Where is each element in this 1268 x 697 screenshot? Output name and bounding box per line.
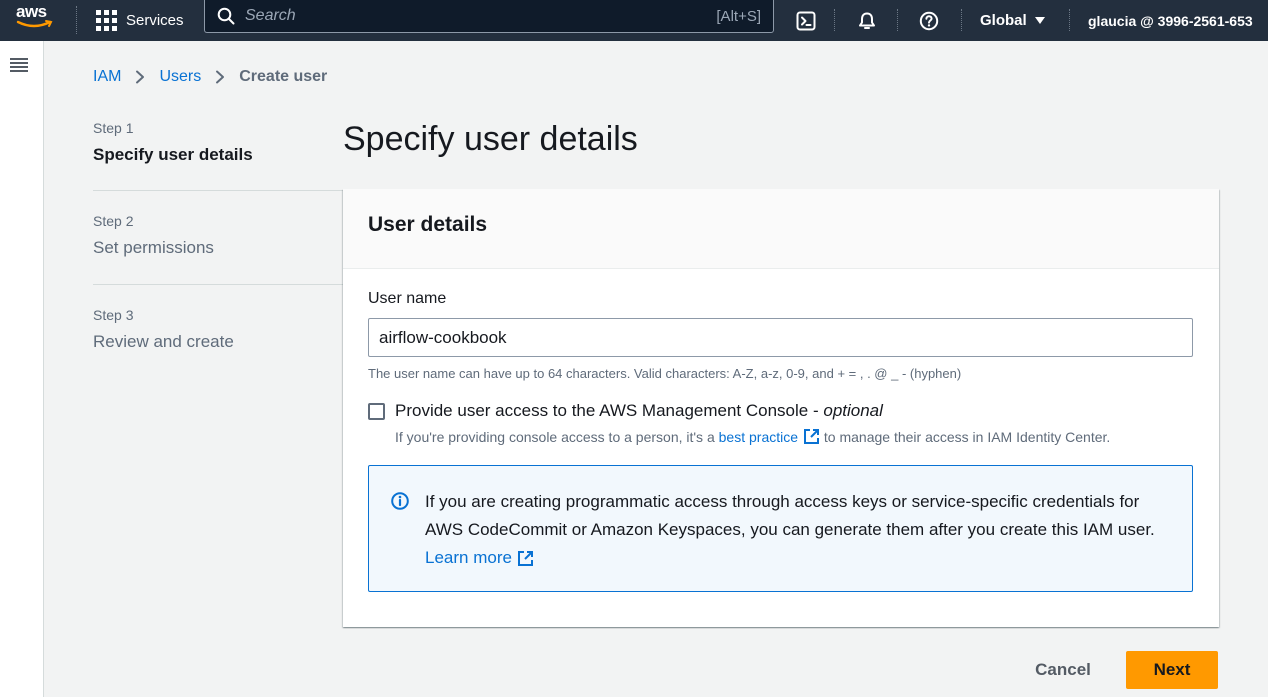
username-label: User name <box>368 290 447 307</box>
aws-smile-icon <box>16 20 53 28</box>
step-label: Specify user details <box>93 145 253 164</box>
side-navigation-rail <box>0 41 44 697</box>
step-divider <box>93 284 343 285</box>
region-label: Global <box>980 12 1027 29</box>
services-menu-button[interactable]: Services <box>96 0 184 41</box>
nav-divider <box>1069 9 1070 31</box>
external-link-icon <box>804 429 820 444</box>
search-input[interactable] <box>245 7 717 25</box>
user-details-container: User details User name The user name can… <box>343 189 1219 627</box>
info-icon <box>391 492 409 510</box>
help-button[interactable] <box>913 0 945 41</box>
top-navigation: aws Services [Alt+S] <box>0 0 1268 41</box>
learn-more-link[interactable]: Learn more <box>425 544 534 572</box>
search-shortcut: [Alt+S] <box>716 7 761 25</box>
search-icon <box>217 7 235 25</box>
services-label: Services <box>126 12 184 29</box>
console-access-description: If you're providing console access to a … <box>395 428 1111 445</box>
grid-icon <box>96 10 117 31</box>
step-number: Step 3 <box>93 307 134 323</box>
card-body: User name The user name can have up to 6… <box>343 269 1219 613</box>
step-label: Review and create <box>93 332 234 351</box>
caret-down-icon <box>1034 17 1045 24</box>
menu-icon[interactable] <box>10 58 28 72</box>
next-button[interactable]: Next <box>1126 651 1218 689</box>
cancel-button[interactable]: Cancel <box>1016 651 1110 689</box>
search-bar[interactable]: [Alt+S] <box>204 0 774 33</box>
breadcrumb-iam[interactable]: IAM <box>93 68 121 86</box>
help-icon <box>919 11 939 30</box>
optional-label: optional <box>823 401 883 420</box>
breadcrumb-current: Create user <box>239 68 328 85</box>
account-menu[interactable]: glaucia @ 3996-2561-653 <box>1088 0 1253 41</box>
wizard-step-1: Step 1 Specify user details <box>93 120 343 165</box>
bell-icon <box>859 12 875 29</box>
step-number: Step 1 <box>93 120 134 136</box>
external-link-icon <box>517 550 533 566</box>
nav-divider <box>834 9 835 31</box>
info-message: If you are creating programmatic access … <box>425 488 1168 591</box>
username-hint: The user name can have up to 64 characte… <box>368 366 962 381</box>
cloudshell-icon <box>796 11 816 30</box>
aws-logo[interactable]: aws <box>14 2 58 38</box>
cloudshell-button[interactable] <box>790 0 822 41</box>
nav-divider <box>897 9 898 31</box>
console-access-checkbox[interactable] <box>368 403 385 420</box>
card-header: User details <box>343 189 1219 269</box>
nav-divider <box>961 9 962 31</box>
notifications-button[interactable] <box>851 0 883 41</box>
section-heading: User details <box>368 213 488 236</box>
console-access-text: Provide user access to the AWS Managemen… <box>395 401 1110 445</box>
console-access-label[interactable]: Provide user access to the AWS Managemen… <box>395 401 1110 421</box>
step-number: Step 2 <box>93 213 134 229</box>
chevron-right-icon <box>135 70 145 84</box>
wizard-step-2: Step 2 Set permissions <box>93 213 343 258</box>
username-input[interactable] <box>368 318 1193 357</box>
best-practice-link[interactable]: best practice <box>719 428 820 445</box>
step-divider <box>93 190 343 191</box>
wizard-step-3: Step 3 Review and create <box>93 307 343 352</box>
console-access-option: Provide user access to the AWS Managemen… <box>368 401 1194 445</box>
info-alert: If you are creating programmatic access … <box>368 465 1193 592</box>
breadcrumb: IAM Users Create user <box>93 68 327 86</box>
step-label: Set permissions <box>93 238 214 257</box>
nav-divider <box>76 6 77 34</box>
region-selector[interactable]: Global <box>980 0 1045 41</box>
account-label: glaucia @ 3996-2561-653 <box>1088 12 1253 29</box>
page-title: Specify user details <box>343 120 638 158</box>
chevron-right-icon <box>215 70 225 84</box>
breadcrumb-users[interactable]: Users <box>159 68 201 86</box>
